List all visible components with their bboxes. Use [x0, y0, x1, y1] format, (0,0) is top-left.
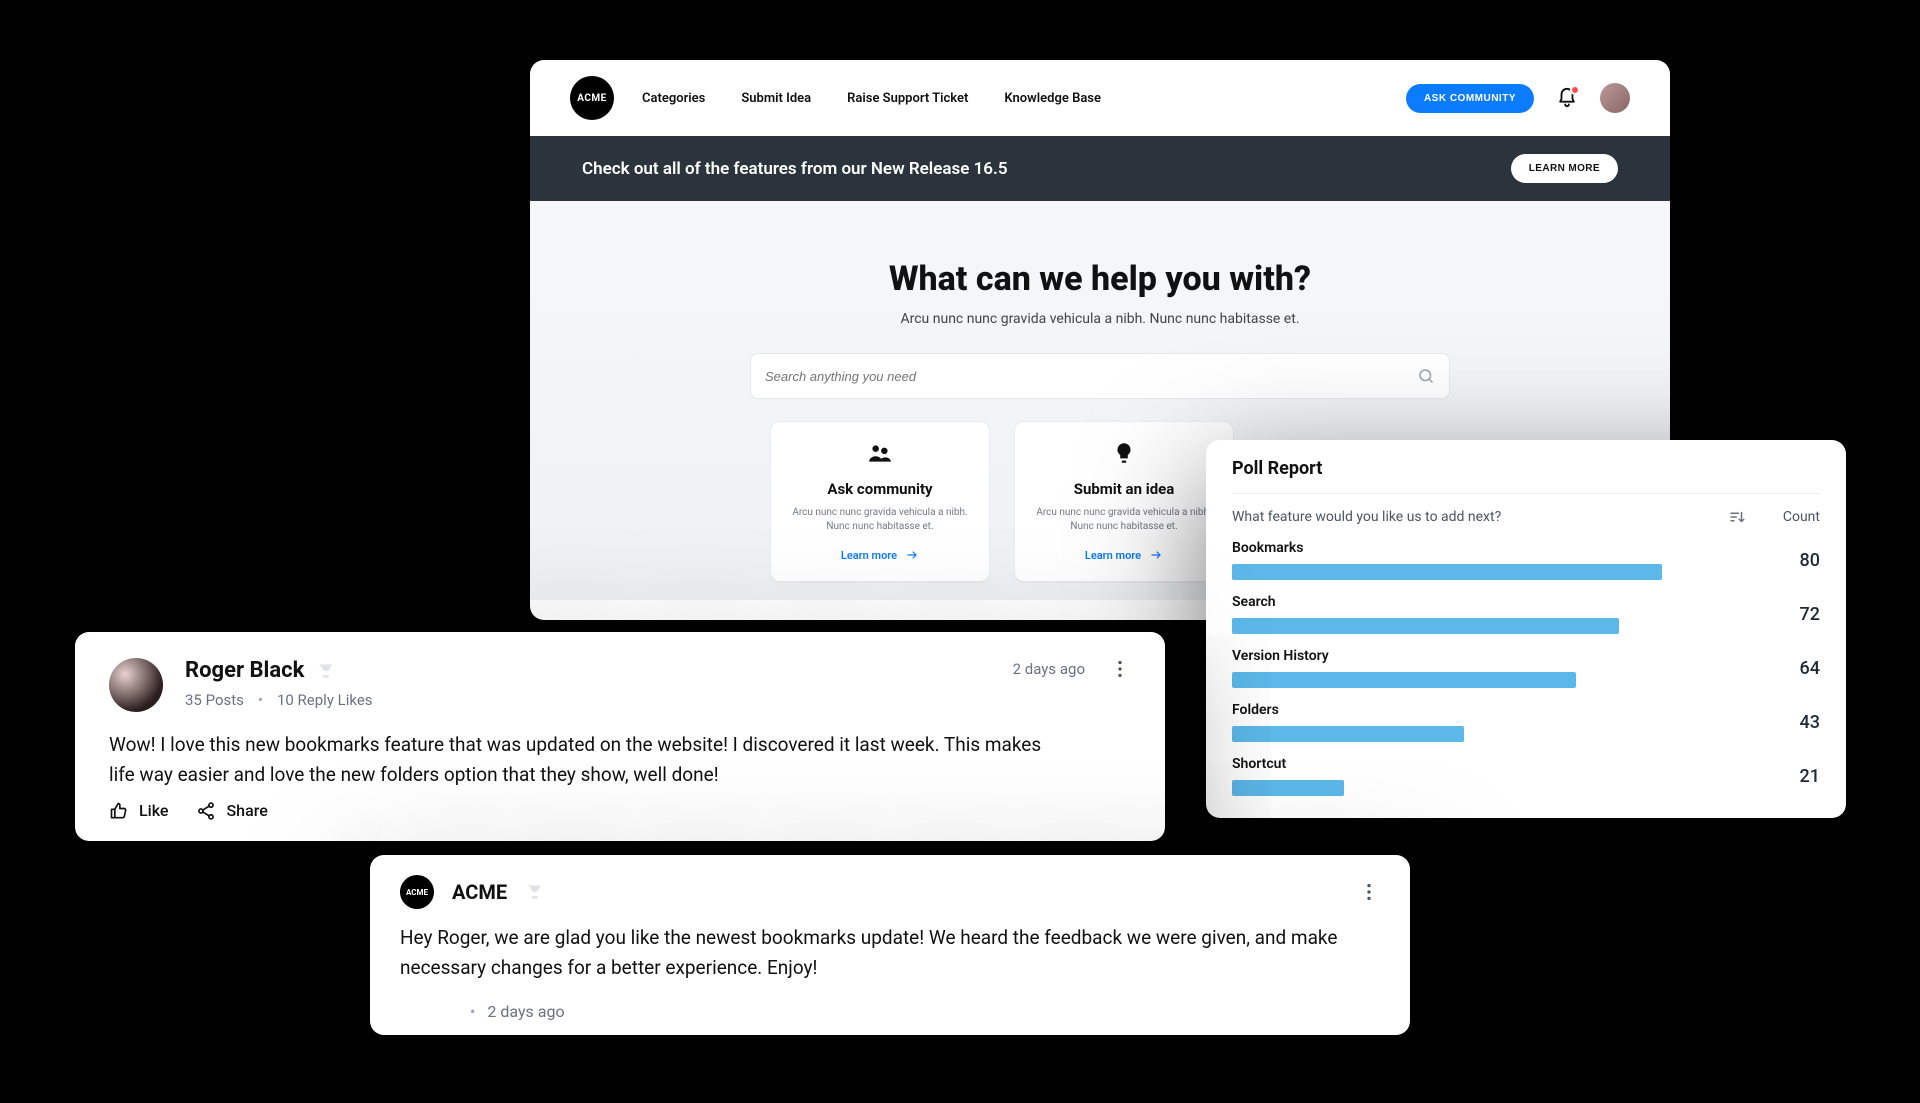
poll-row-label: Version History — [1232, 648, 1742, 664]
learn-more-button[interactable]: LEARN MORE — [1511, 154, 1618, 183]
nav-links: Categories Submit Idea Raise Support Tic… — [642, 91, 1101, 106]
people-icon — [867, 440, 893, 466]
poll-report: Poll Report What feature would you like … — [1206, 440, 1846, 818]
top-nav: ACME Categories Submit Idea Raise Suppor… — [530, 60, 1670, 136]
poll-row-count: 72 — [1760, 604, 1820, 625]
nav-right: ASK COMMUNITY — [1406, 83, 1630, 113]
share-label: Share — [226, 801, 267, 820]
author-reply-likes: 10 Reply Likes — [277, 691, 373, 709]
sort-icon[interactable] — [1728, 508, 1746, 526]
poll-row-count: 21 — [1760, 766, 1820, 787]
poll-row-count: 64 — [1760, 658, 1820, 679]
community-reply: ACME ACME Hey Roger, we are glad you lik… — [370, 855, 1410, 1035]
like-label: Like — [139, 801, 168, 820]
nav-knowledge-base[interactable]: Knowledge Base — [1004, 91, 1101, 106]
reply-author-name: ACME — [452, 880, 507, 904]
arrow-right-icon — [1149, 548, 1163, 562]
count-header: Count — [1760, 509, 1820, 525]
kebab-icon[interactable] — [1109, 658, 1131, 680]
share-icon — [196, 801, 216, 821]
trophy-icon — [525, 882, 545, 902]
search-icon — [1417, 367, 1435, 385]
author-name[interactable]: Roger Black — [185, 658, 304, 683]
trophy-icon — [316, 661, 336, 681]
author-avatar[interactable] — [109, 658, 163, 712]
hero-title: What can we help you with? — [730, 259, 1470, 299]
card-title: Submit an idea — [1035, 480, 1213, 498]
reply-author-logo[interactable]: ACME — [400, 875, 434, 909]
reply-time: 2 days ago — [487, 1002, 564, 1021]
poll-row: Folders 43 — [1232, 702, 1820, 742]
poll-question: What feature would you like us to add ne… — [1232, 509, 1714, 525]
nav-raise-ticket[interactable]: Raise Support Ticket — [847, 91, 968, 106]
card-desc: Arcu nunc nunc gravida vehicula a nibh. … — [1035, 506, 1213, 534]
card-learn-more-label: Learn more — [841, 549, 897, 562]
search-box[interactable] — [750, 353, 1450, 399]
ask-community-button[interactable]: ASK COMMUNITY — [1406, 84, 1534, 113]
nav-categories[interactable]: Categories — [642, 91, 705, 106]
poll-row-count: 80 — [1760, 550, 1820, 571]
poll-bar — [1232, 780, 1662, 796]
poll-row-label: Search — [1232, 594, 1742, 610]
poll-bar — [1232, 726, 1662, 742]
card-learn-more-label: Learn more — [1085, 549, 1141, 562]
lightbulb-icon — [1111, 440, 1137, 466]
card-learn-more[interactable]: Learn more — [1085, 548, 1163, 562]
like-button[interactable]: Like — [109, 801, 168, 821]
release-banner: Check out all of the features from our N… — [530, 136, 1670, 201]
arrow-right-icon — [905, 548, 919, 562]
thumbs-up-icon — [109, 801, 129, 821]
brand-logo[interactable]: ACME — [570, 76, 614, 120]
post-body: Wow! I love this new bookmarks feature t… — [109, 730, 1049, 791]
post-time: 2 days ago — [1013, 660, 1085, 678]
community-post: Roger Black 35 Posts • 10 Reply Likes 2 … — [75, 632, 1165, 841]
card-desc: Arcu nunc nunc gravida vehicula a nibh. … — [791, 506, 969, 534]
card-learn-more[interactable]: Learn more — [841, 548, 919, 562]
poll-row-label: Shortcut — [1232, 756, 1742, 772]
reply-body: Hey Roger, we are glad you like the newe… — [400, 923, 1380, 984]
user-avatar[interactable] — [1600, 83, 1630, 113]
poll-row-label: Bookmarks — [1232, 540, 1742, 556]
kebab-icon[interactable] — [1358, 881, 1380, 903]
poll-title: Poll Report — [1232, 458, 1820, 479]
notification-dot-icon — [1570, 85, 1580, 95]
card-submit-idea[interactable]: Submit an idea Arcu nunc nunc gravida ve… — [1014, 421, 1234, 582]
nav-submit-idea[interactable]: Submit Idea — [741, 91, 811, 106]
poll-bar — [1232, 618, 1662, 634]
share-button[interactable]: Share — [196, 801, 267, 821]
hero-subtitle: Arcu nunc nunc gravida vehicula a nibh. … — [730, 311, 1470, 327]
poll-row-label: Folders — [1232, 702, 1742, 718]
notifications-icon[interactable] — [1556, 87, 1578, 109]
author-posts-count: 35 Posts — [185, 691, 244, 709]
card-ask-community[interactable]: Ask community Arcu nunc nunc gravida veh… — [770, 421, 990, 582]
poll-row-count: 43 — [1760, 712, 1820, 733]
poll-bar — [1232, 672, 1662, 688]
poll-row: Version History 64 — [1232, 648, 1820, 688]
poll-row: Search 72 — [1232, 594, 1820, 634]
poll-row: Bookmarks 80 — [1232, 540, 1820, 580]
banner-text: Check out all of the features from our N… — [582, 159, 1008, 179]
card-title: Ask community — [791, 480, 969, 498]
poll-row: Shortcut 21 — [1232, 756, 1820, 796]
search-input[interactable] — [765, 369, 1417, 384]
poll-header-row: What feature would you like us to add ne… — [1232, 493, 1820, 526]
poll-bar — [1232, 564, 1662, 580]
